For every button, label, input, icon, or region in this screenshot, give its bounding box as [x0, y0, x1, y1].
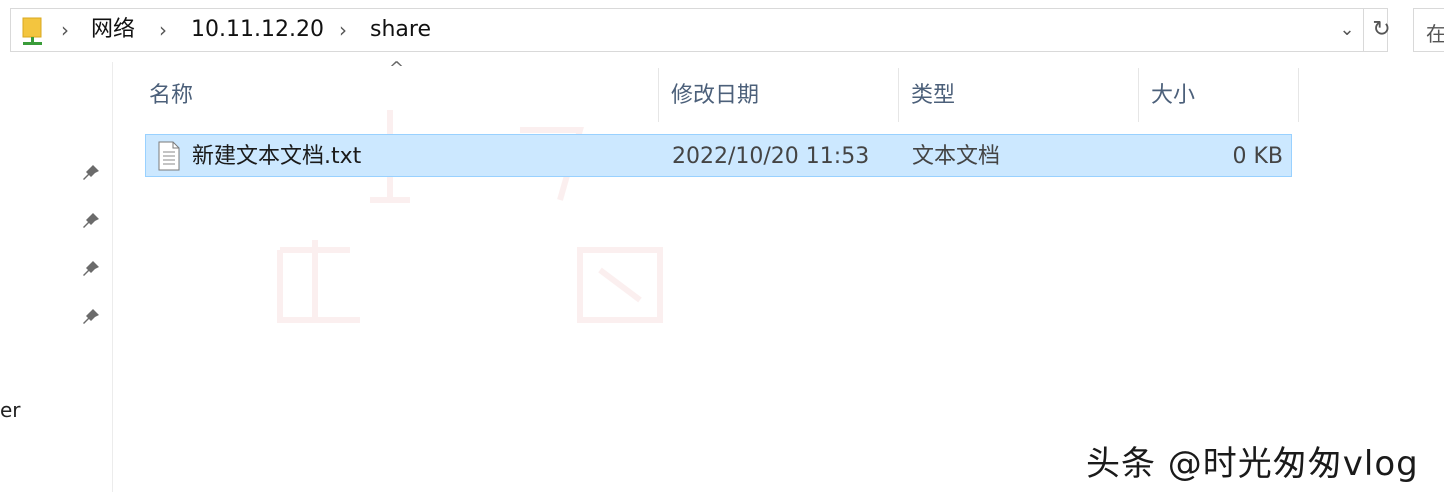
pin-icon[interactable] [80, 162, 102, 184]
breadcrumb-separator[interactable]: › [61, 18, 69, 42]
column-header-modified[interactable]: 修改日期 [671, 66, 897, 122]
nav-item-label[interactable]: er [0, 398, 21, 422]
column-divider[interactable] [1138, 68, 1139, 122]
column-divider[interactable] [898, 68, 899, 122]
navigation-pane[interactable]: er [0, 62, 113, 492]
file-row[interactable]: 新建文本文档.txt 2022/10/20 11:53 文本文档 0 KB [145, 134, 1292, 177]
file-type: 文本文档 [912, 144, 1001, 169]
column-header-type[interactable]: 类型 [911, 66, 1137, 122]
column-header-size[interactable]: 大小 [1151, 66, 1297, 122]
address-dropdown-button[interactable]: ⌄ [1332, 15, 1362, 45]
pin-icon[interactable] [80, 258, 102, 280]
breadcrumb-share[interactable]: share [370, 17, 431, 43]
search-input[interactable]: 在 [1413, 8, 1444, 52]
breadcrumb-separator[interactable]: › [339, 18, 347, 42]
breadcrumb-host[interactable]: 10.11.12.20 [191, 17, 324, 43]
pin-icon[interactable] [80, 306, 102, 328]
network-folder-icon [22, 17, 42, 45]
watermark-text: 头条 @时光匆匆vlog [1086, 444, 1419, 484]
refresh-button[interactable]: ↻ [1363, 9, 1399, 51]
chevron-down-icon: ⌄ [1339, 19, 1355, 40]
column-divider[interactable] [1298, 68, 1299, 122]
file-size: 0 KB [1232, 144, 1283, 169]
file-name[interactable]: 新建文本文档.txt [192, 144, 361, 170]
search-placeholder: 在 [1426, 22, 1444, 46]
file-modified: 2022/10/20 11:53 [672, 144, 870, 169]
text-file-icon [158, 141, 180, 171]
breadcrumb-separator[interactable]: › [159, 18, 167, 42]
pin-icon[interactable] [80, 210, 102, 232]
background-watermark [277, 110, 663, 323]
refresh-icon: ↻ [1372, 17, 1391, 42]
address-bar[interactable]: › 网络 › 10.11.12.20 › share ⌄ ↻ [10, 8, 1391, 52]
breadcrumb-network[interactable]: 网络 [91, 17, 135, 43]
